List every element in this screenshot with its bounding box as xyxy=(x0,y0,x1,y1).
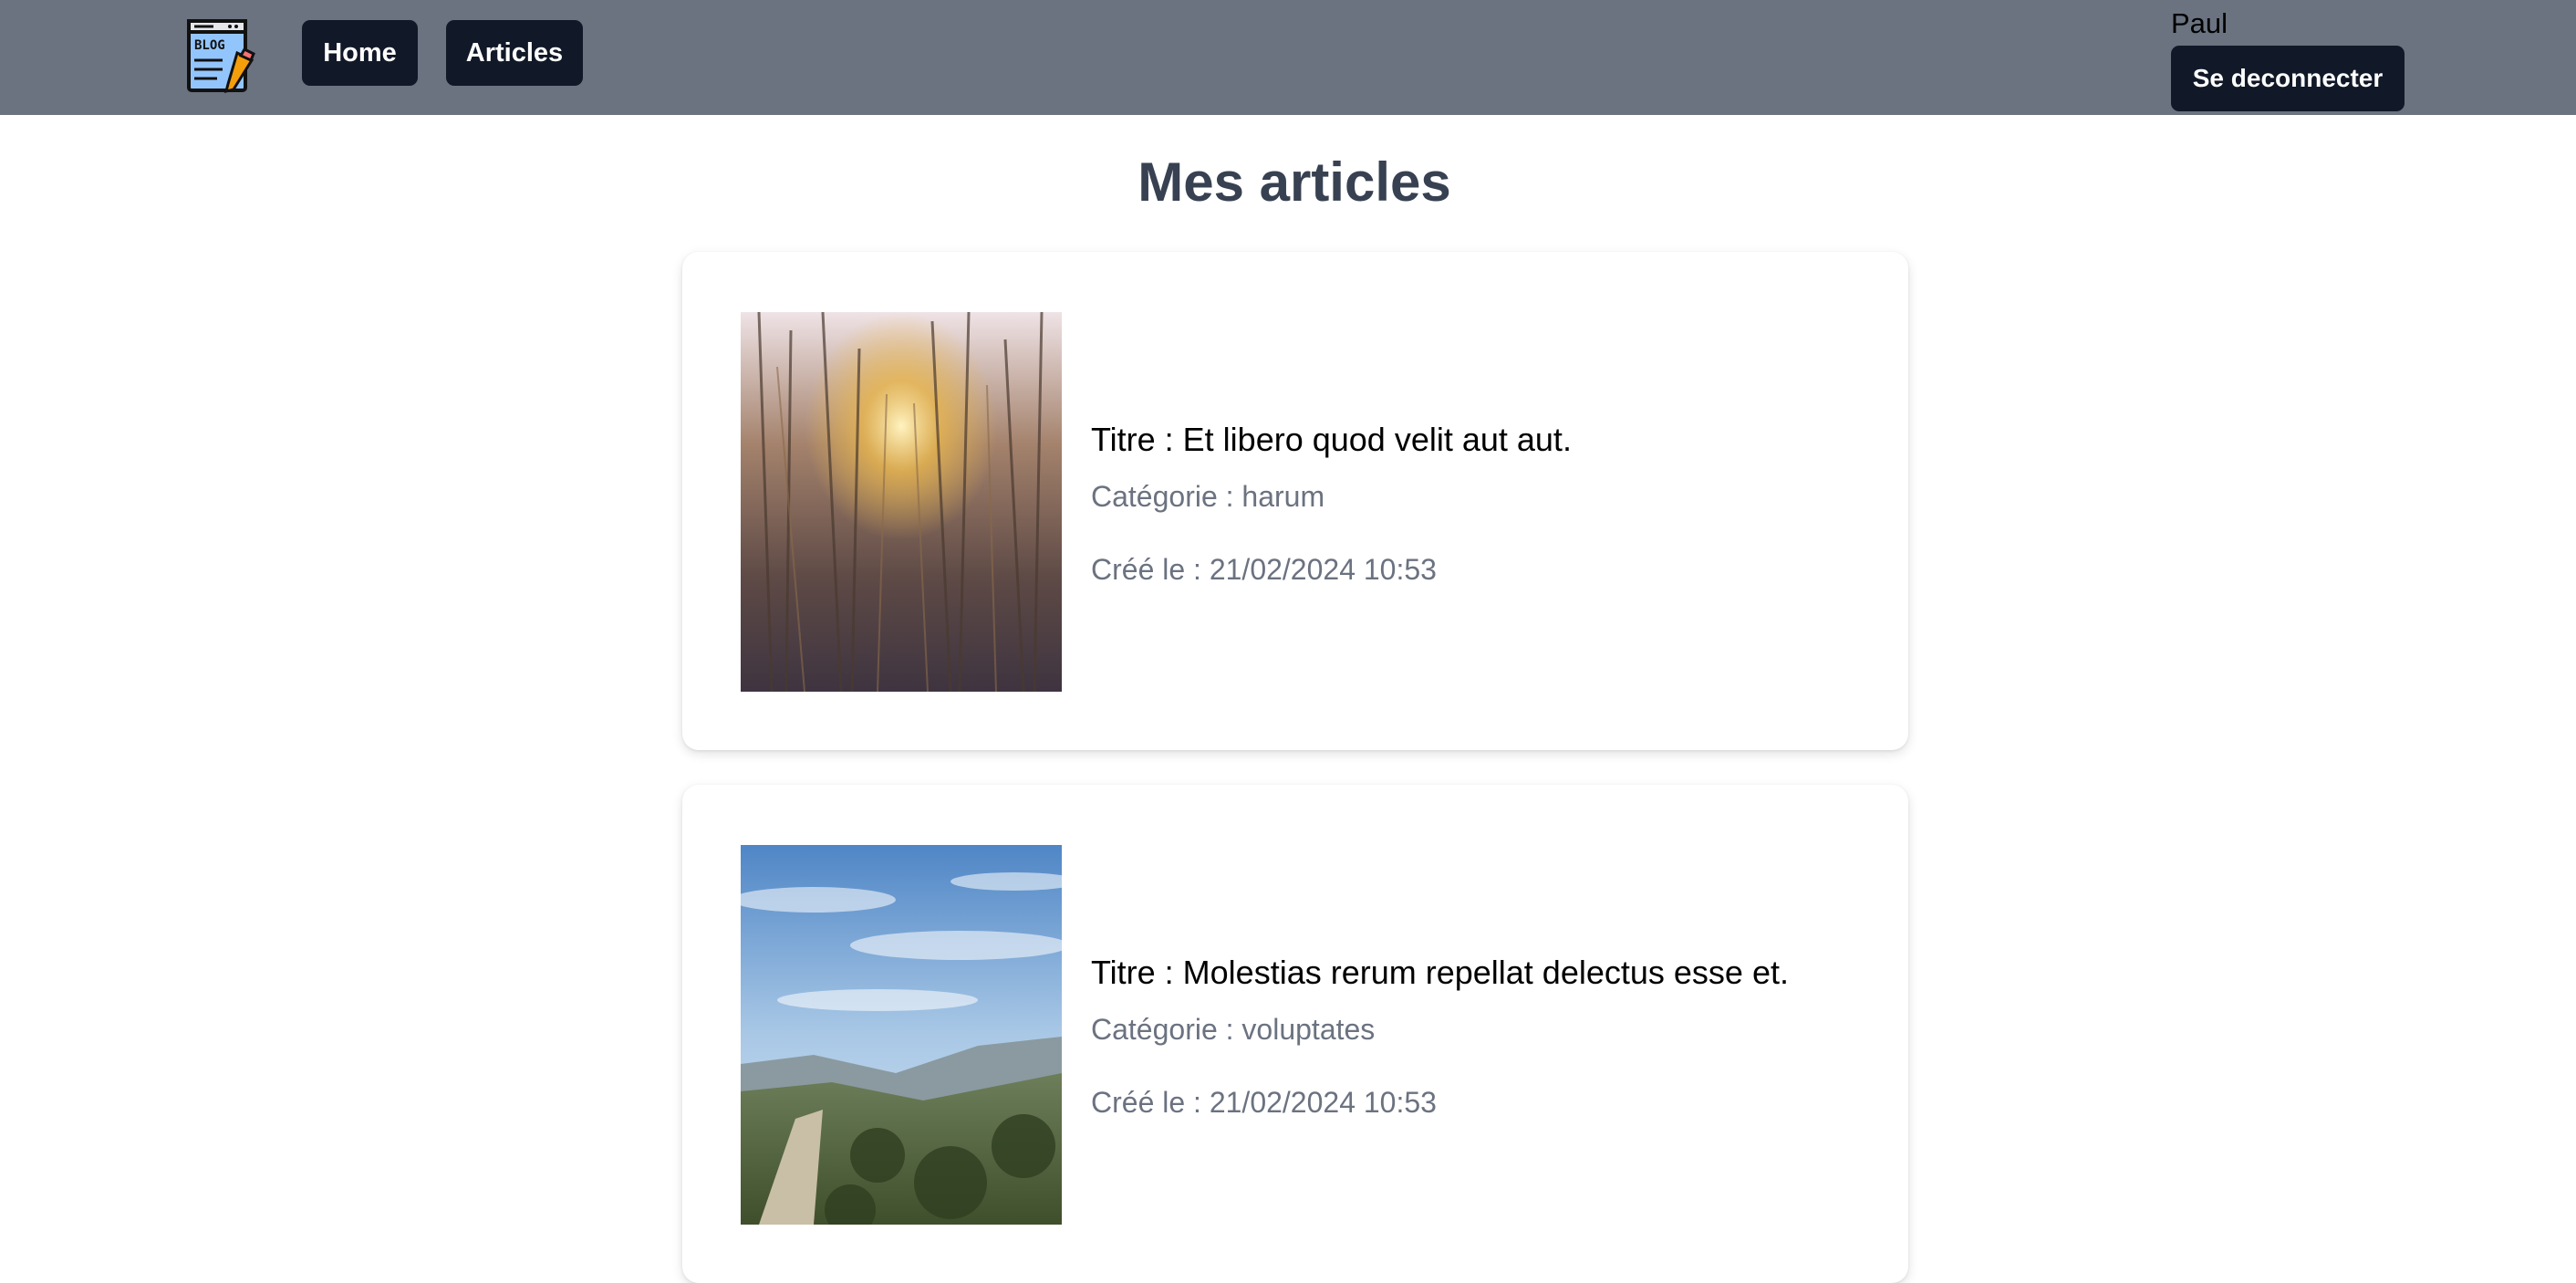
article-category: Catégorie : harum xyxy=(1091,480,1325,513)
article-category: Catégorie : voluptates xyxy=(1091,1013,1376,1046)
article-card[interactable]: Titre : Et libero quod velit aut aut. Ca… xyxy=(682,252,1908,750)
blog-logo-icon[interactable]: BLOG xyxy=(186,18,257,95)
article-image xyxy=(741,845,1062,1225)
article-image xyxy=(741,312,1062,692)
logout-button[interactable]: Se deconnecter xyxy=(2171,46,2405,111)
article-date: Créé le : 21/02/2024 10:53 xyxy=(1091,553,1437,586)
logo-text: BLOG xyxy=(194,38,225,53)
article-title[interactable]: Titre : Molestias rerum repellat delectu… xyxy=(1091,953,1789,993)
article-title[interactable]: Titre : Et libero quod velit aut aut. xyxy=(1091,420,1572,460)
page-title: Mes articles xyxy=(1137,151,1451,213)
nav-articles-button[interactable]: Articles xyxy=(446,20,583,86)
user-name: Paul xyxy=(2171,7,2228,39)
navbar: BLOG Home Articles Paul Se deconnecter xyxy=(0,0,2576,115)
article-date: Créé le : 21/02/2024 10:53 xyxy=(1091,1086,1437,1119)
article-card[interactable]: Titre : Molestias rerum repellat delectu… xyxy=(682,785,1908,1283)
nav-home-button[interactable]: Home xyxy=(302,20,418,86)
